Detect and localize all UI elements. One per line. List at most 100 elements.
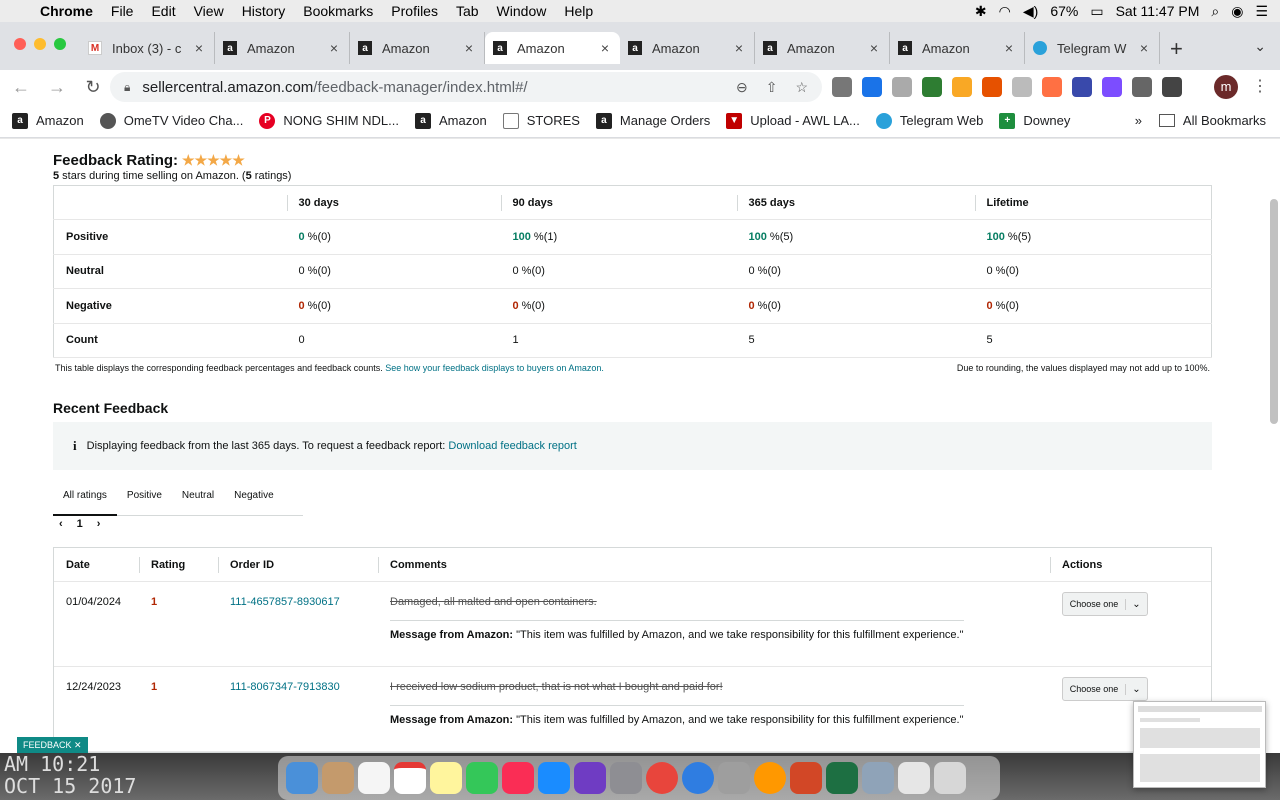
excel-icon[interactable] (826, 762, 858, 794)
music-icon[interactable] (502, 762, 534, 794)
bookmark-item[interactable]: OmeTV Video Cha... (99, 112, 243, 129)
calendar-icon[interactable] (394, 762, 426, 794)
tab-neutral[interactable]: Neutral (172, 484, 224, 516)
menu-window[interactable]: Window (497, 3, 547, 19)
action-select[interactable]: Choose one ⌄ (1062, 592, 1148, 616)
bookmark-item[interactable]: + Downey (999, 112, 1070, 129)
download-report-link[interactable]: Download feedback report (448, 440, 576, 452)
system-preferences-icon[interactable] (610, 762, 642, 794)
bookmark-item[interactable]: a Amazon (12, 112, 84, 129)
facetime-icon[interactable] (466, 762, 498, 794)
menu-help[interactable]: Help (564, 3, 593, 19)
forward-arrow-icon[interactable]: → (42, 77, 72, 98)
lock-icon[interactable]: 🔒︎ (124, 80, 130, 95)
launchpad-icon[interactable] (718, 762, 750, 794)
powerpoint-icon[interactable] (790, 762, 822, 794)
tab-telegram[interactable]: Telegram W × (1025, 32, 1160, 64)
tab-positive[interactable]: Positive (117, 484, 172, 516)
current-page[interactable]: 1 (77, 518, 83, 530)
close-tab-icon[interactable]: × (327, 40, 341, 56)
action-select[interactable]: Choose one ⌄ (1062, 677, 1148, 701)
tab-amazon[interactable]: a Amazon × (620, 32, 755, 64)
extension-icon[interactable] (1042, 77, 1062, 97)
share-icon[interactable]: ⇧ (766, 79, 778, 96)
contacts-icon[interactable] (322, 762, 354, 794)
tab-amazon-active[interactable]: a Amazon × (485, 32, 620, 64)
menu-bookmarks[interactable]: Bookmarks (303, 3, 373, 19)
extension-icon[interactable] (862, 77, 882, 97)
new-tab-button[interactable]: + (1170, 36, 1183, 62)
tab-search-chevron-icon[interactable]: ⌄ (1254, 38, 1266, 55)
screenshot-thumbnail-preview[interactable] (1133, 701, 1266, 788)
tab-all-ratings[interactable]: All ratings (53, 484, 117, 516)
feedback-button[interactable]: FEEDBACK ✕ (17, 737, 88, 753)
menu-view[interactable]: View (194, 3, 224, 19)
zoom-icon[interactable]: ⊖ (736, 79, 748, 96)
menu-app-name[interactable]: Chrome (40, 3, 93, 19)
minimize-window-button[interactable] (34, 38, 46, 50)
notes-icon[interactable] (430, 762, 462, 794)
close-tab-icon[interactable]: × (462, 40, 476, 56)
tab-negative[interactable]: Negative (224, 484, 283, 516)
bookmark-item[interactable]: P NONG SHIM NDL... (259, 112, 399, 129)
order-id-link[interactable]: 111-4657857-8930617 (218, 596, 378, 608)
menu-profiles[interactable]: Profiles (391, 3, 438, 19)
extension-icon[interactable] (892, 77, 912, 97)
close-tab-icon[interactable]: × (867, 40, 881, 56)
bookmark-star-icon[interactable]: ☆ (795, 79, 808, 96)
bookmark-item[interactable]: a Manage Orders (595, 112, 710, 129)
extension-icon[interactable] (832, 77, 852, 97)
tab-amazon[interactable]: a Amazon × (350, 32, 485, 64)
close-tab-icon[interactable]: × (192, 40, 206, 56)
page-scrollbar[interactable] (1270, 199, 1278, 424)
puzzle-icon[interactable] (1132, 77, 1152, 97)
bookmark-item[interactable]: Telegram Web (875, 112, 983, 129)
side-panel-icon[interactable] (1162, 77, 1182, 97)
close-tab-icon[interactable]: × (1002, 40, 1016, 56)
siri-icon[interactable] (574, 762, 606, 794)
spotlight-search-icon[interactable]: ⌕ (1211, 3, 1219, 20)
bookmarks-overflow-icon[interactable]: » (1135, 113, 1142, 128)
next-page-icon[interactable]: › (97, 518, 101, 530)
back-arrow-icon[interactable]: ← (6, 77, 36, 98)
extension-icon[interactable] (922, 77, 942, 97)
extension-icon[interactable] (1072, 77, 1092, 97)
close-tab-icon[interactable]: × (598, 40, 612, 56)
reload-icon[interactable]: ↻ (78, 77, 108, 98)
profile-avatar[interactable]: m (1214, 75, 1238, 99)
tab-amazon[interactable]: a Amazon × (215, 32, 350, 64)
buyer-display-link[interactable]: See how your feedback displays to buyers… (385, 363, 604, 373)
bookmark-folder[interactable]: STORES (502, 112, 580, 129)
extension-icon[interactable] (982, 77, 1002, 97)
close-window-button[interactable] (14, 38, 26, 50)
volume-icon[interactable]: ◀) (1023, 3, 1038, 20)
menu-tab[interactable]: Tab (456, 3, 479, 19)
bookmark-item[interactable]: a Amazon (415, 112, 487, 129)
control-center-icon[interactable]: ☰ (1255, 3, 1268, 20)
extension-icon[interactable] (952, 77, 972, 97)
maximize-window-button[interactable] (54, 38, 66, 50)
extension-icon[interactable] (1102, 77, 1122, 97)
order-id-link[interactable]: 111-8067347-7913830 (218, 681, 378, 693)
menu-edit[interactable]: Edit (151, 3, 175, 19)
menu-file[interactable]: File (111, 3, 134, 19)
downloads-folder-icon[interactable] (898, 762, 930, 794)
bookmark-item[interactable]: ▼ Upload - AWL LA... (726, 112, 860, 129)
tab-amazon[interactable]: a Amazon × (890, 32, 1025, 64)
photos-icon[interactable] (754, 762, 786, 794)
prev-page-icon[interactable]: ‹ (59, 518, 63, 530)
finder-icon[interactable] (286, 762, 318, 794)
trash-icon[interactable] (934, 762, 966, 794)
battery-percent[interactable]: 67% (1050, 3, 1078, 19)
reminders-icon[interactable] (358, 762, 390, 794)
chrome-icon[interactable] (646, 762, 678, 794)
clock[interactable]: Sat 11:47 PM (1116, 3, 1200, 19)
all-bookmarks-button[interactable]: All Bookmarks (1158, 113, 1266, 128)
tab-inbox[interactable]: M Inbox (3) - c × (80, 32, 215, 64)
app-store-icon[interactable] (538, 762, 570, 794)
more-menu-icon[interactable]: ⋮ (1252, 76, 1268, 96)
bluetooth-icon[interactable]: ✱ (975, 3, 987, 20)
extension-icon[interactable] (1012, 77, 1032, 97)
address-bar[interactable]: 🔒︎ sellercentral.amazon.com /feedback-ma… (110, 72, 822, 102)
preview-icon[interactable] (862, 762, 894, 794)
